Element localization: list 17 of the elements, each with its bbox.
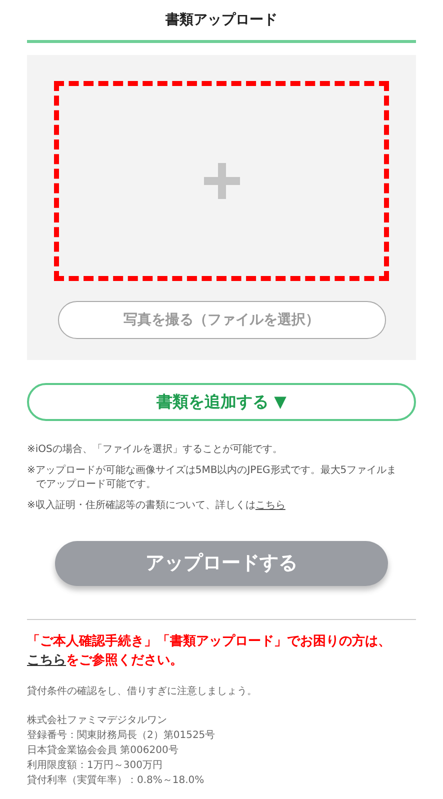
details-link[interactable]: こちら (255, 500, 286, 511)
caution-text: 貸付条件の確認をし、借りすぎに注意しましょう。 (27, 684, 258, 699)
company-info-line: 株式会社ファミマデジタルワン (27, 714, 168, 728)
page-title: 書類アップロード (166, 10, 278, 30)
photo-button[interactable]: 写真を撮る（ファイルを選択） (58, 301, 386, 339)
company-info-line: 貸付利率（実質年率）：0.8%～18.0% (27, 774, 206, 788)
help-link[interactable]: こちら (27, 653, 66, 668)
note-text: ※iOSの場合、「ファイルを選択」することが可能です。 (27, 443, 284, 457)
plus-icon (204, 163, 240, 199)
help-notice: 「ご本人確認手続き」「書類アップロード」でお困りの方は、 こちらをご参照ください。 (27, 632, 392, 670)
add-document-button[interactable]: 書類を追加する ▼ (27, 383, 416, 421)
company-info-line: 日本貸金業協会会員 第006200号 (27, 744, 180, 758)
company-info-line: 利用限度額：1万円～300万円 (27, 758, 164, 773)
image-drop-area[interactable] (54, 81, 389, 281)
note-text: ※収入証明・住所確認等の書類について、詳しくはこちら (27, 499, 286, 513)
note-text: ※アップロードが可能な画像サイズは5MB以内のJPEG形式です。最大5ファイルまでアップロード可能です。 (27, 464, 398, 492)
company-info-line: 登録番号：関東財務局長（2）第01525号 (27, 728, 216, 743)
